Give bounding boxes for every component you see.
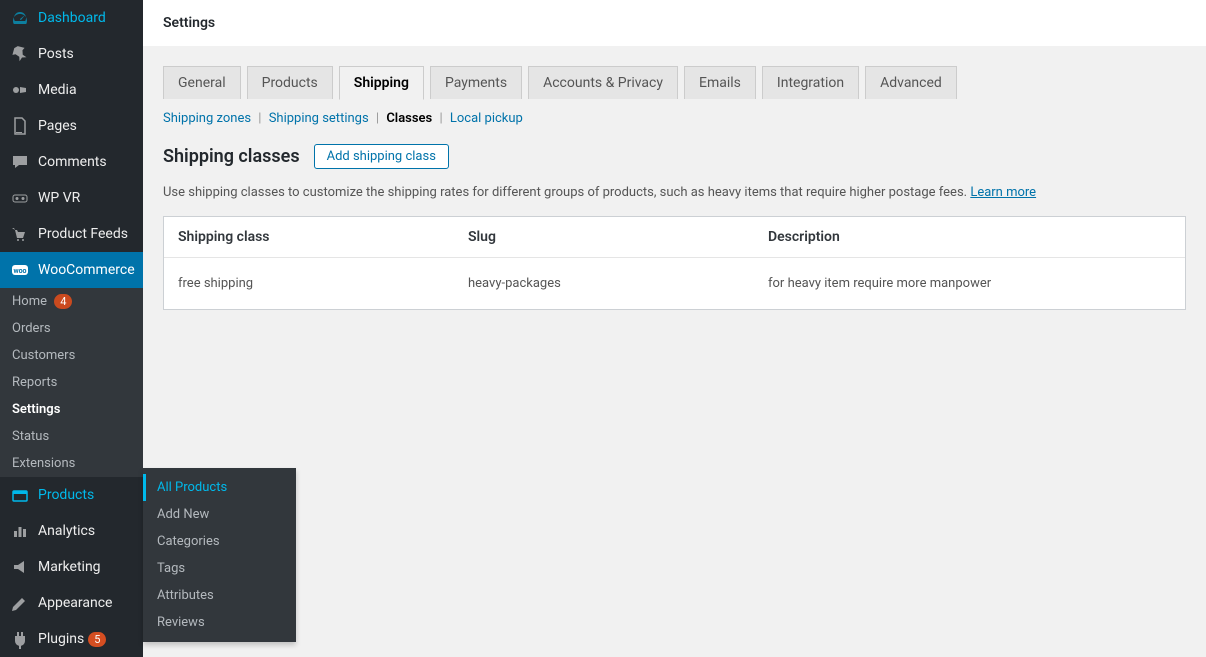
content-area: General Products Shipping Payments Accou… bbox=[143, 46, 1206, 657]
shipping-classes-table: Shipping class Slug Description free shi… bbox=[163, 216, 1186, 310]
sidebar-item-appearance[interactable]: Appearance bbox=[0, 585, 143, 621]
sidebar-item-product-feeds[interactable]: Product Feeds bbox=[0, 216, 143, 252]
sidebar-label: Comments bbox=[38, 154, 107, 170]
table-header: Shipping class Slug Description bbox=[164, 217, 1185, 258]
vr-icon bbox=[10, 188, 30, 208]
svg-text:woo: woo bbox=[13, 267, 26, 275]
sidebar-label: Pages bbox=[38, 118, 77, 134]
table-row[interactable]: free shipping heavy-packages for heavy i… bbox=[164, 258, 1185, 309]
comments-icon bbox=[10, 152, 30, 172]
sidebar-label: Media bbox=[38, 82, 77, 98]
marketing-icon bbox=[10, 557, 30, 577]
sidebar-label: WooCommerce bbox=[38, 262, 135, 278]
sidebar-item-plugins[interactable]: Plugins 5 bbox=[0, 621, 143, 657]
submenu-reports[interactable]: Reports bbox=[0, 369, 143, 396]
sidebar-item-woocommerce[interactable]: woo WooCommerce bbox=[0, 252, 143, 288]
sidebar-item-comments[interactable]: Comments bbox=[0, 144, 143, 180]
sidebar-label: Products bbox=[38, 487, 94, 503]
subtab-shipping-settings[interactable]: Shipping settings bbox=[269, 111, 369, 126]
products-icon bbox=[10, 485, 30, 505]
woocommerce-submenu: Home 4 Orders Customers Reports Settings… bbox=[0, 288, 143, 477]
products-flyout: All Products Add New Categories Tags Att… bbox=[143, 468, 296, 642]
home-badge: 4 bbox=[54, 294, 72, 309]
header-description: Description bbox=[768, 229, 1171, 245]
feed-icon bbox=[10, 224, 30, 244]
tab-products[interactable]: Products bbox=[247, 66, 333, 99]
sidebar-item-wpvr[interactable]: WP VR bbox=[0, 180, 143, 216]
section-header: Shipping classes Add shipping class bbox=[163, 144, 1186, 169]
tab-advanced[interactable]: Advanced bbox=[865, 66, 957, 99]
tab-emails[interactable]: Emails bbox=[684, 66, 756, 99]
flyout-attributes[interactable]: Attributes bbox=[143, 582, 296, 609]
page-header: Settings bbox=[143, 0, 1206, 46]
sidebar-label: WP VR bbox=[38, 190, 80, 206]
pin-icon bbox=[10, 44, 30, 64]
sidebar-item-media[interactable]: Media bbox=[0, 72, 143, 108]
cell-description: for heavy item require more manpower bbox=[768, 276, 1171, 291]
flyout-tags[interactable]: Tags bbox=[143, 555, 296, 582]
subtab-shipping-zones[interactable]: Shipping zones bbox=[163, 111, 251, 126]
submenu-orders[interactable]: Orders bbox=[0, 315, 143, 342]
sidebar-label: Marketing bbox=[38, 559, 101, 575]
woo-icon: woo bbox=[10, 260, 30, 280]
submenu-home[interactable]: Home 4 bbox=[0, 288, 143, 315]
cell-slug: heavy-packages bbox=[468, 276, 768, 291]
plugins-badge: 5 bbox=[88, 632, 106, 647]
sidebar-label: Product Feeds bbox=[38, 226, 128, 242]
sidebar-item-products[interactable]: Products bbox=[0, 477, 143, 513]
submenu-status[interactable]: Status bbox=[0, 423, 143, 450]
admin-sidebar: Dashboard Posts Media Pages Comments WP … bbox=[0, 0, 143, 657]
header-slug: Slug bbox=[468, 229, 768, 245]
sidebar-item-marketing[interactable]: Marketing bbox=[0, 549, 143, 585]
dashboard-icon bbox=[10, 8, 30, 28]
tab-general[interactable]: General bbox=[163, 66, 241, 99]
learn-more-link[interactable]: Learn more bbox=[970, 185, 1036, 200]
sidebar-label: Appearance bbox=[38, 595, 112, 611]
header-shipping-class: Shipping class bbox=[178, 229, 468, 245]
subtab-classes[interactable]: Classes bbox=[386, 111, 432, 126]
page-title: Settings bbox=[163, 15, 1186, 31]
plugins-icon bbox=[10, 629, 30, 649]
sidebar-item-posts[interactable]: Posts bbox=[0, 36, 143, 72]
active-indicator-icon bbox=[143, 262, 151, 278]
tab-accounts-privacy[interactable]: Accounts & Privacy bbox=[528, 66, 678, 99]
flyout-add-new[interactable]: Add New bbox=[143, 501, 296, 528]
settings-tabs: General Products Shipping Payments Accou… bbox=[163, 66, 1186, 99]
pages-icon bbox=[10, 116, 30, 136]
tab-payments[interactable]: Payments bbox=[430, 66, 522, 99]
sidebar-item-pages[interactable]: Pages bbox=[0, 108, 143, 144]
flyout-reviews[interactable]: Reviews bbox=[143, 609, 296, 636]
tab-integration[interactable]: Integration bbox=[762, 66, 859, 99]
submenu-extensions[interactable]: Extensions bbox=[0, 450, 143, 477]
submenu-customers[interactable]: Customers bbox=[0, 342, 143, 369]
flyout-categories[interactable]: Categories bbox=[143, 528, 296, 555]
section-description: Use shipping classes to customize the sh… bbox=[163, 185, 1186, 200]
flyout-all-products[interactable]: All Products bbox=[143, 474, 296, 501]
main-content: Settings General Products Shipping Payme… bbox=[143, 0, 1206, 657]
analytics-icon bbox=[10, 521, 30, 541]
sidebar-item-dashboard[interactable]: Dashboard bbox=[0, 0, 143, 36]
sidebar-label: Analytics bbox=[38, 523, 95, 539]
tab-shipping[interactable]: Shipping bbox=[339, 66, 424, 100]
media-icon bbox=[10, 80, 30, 100]
submenu-settings[interactable]: Settings bbox=[0, 396, 143, 423]
sidebar-label: Posts bbox=[38, 46, 74, 62]
add-shipping-class-button[interactable]: Add shipping class bbox=[314, 144, 449, 169]
sidebar-label: Plugins bbox=[38, 631, 84, 647]
cell-shipping-class: free shipping bbox=[178, 276, 468, 291]
section-title: Shipping classes bbox=[163, 146, 300, 167]
subtab-local-pickup[interactable]: Local pickup bbox=[450, 111, 523, 126]
shipping-subtabs: Shipping zones | Shipping settings | Cla… bbox=[163, 111, 1186, 126]
sidebar-label: Dashboard bbox=[38, 10, 106, 26]
appearance-icon bbox=[10, 593, 30, 613]
sidebar-item-analytics[interactable]: Analytics bbox=[0, 513, 143, 549]
